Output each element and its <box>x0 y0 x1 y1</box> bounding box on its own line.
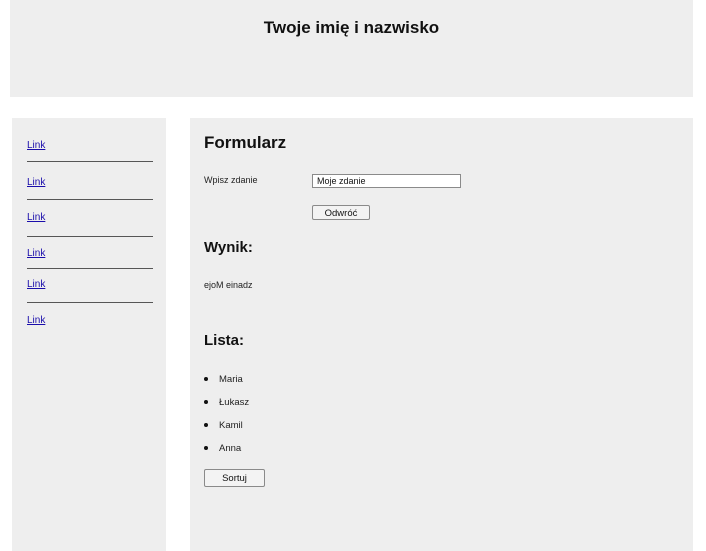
reverse-button[interactable]: Odwróć <box>312 205 370 220</box>
result-heading: Wynik: <box>204 239 253 256</box>
sidebar-link-5[interactable]: Link <box>27 279 45 290</box>
bullet-icon <box>204 400 208 404</box>
sidebar-link-6[interactable]: Link <box>27 315 45 326</box>
sentence-input[interactable] <box>312 174 461 188</box>
list-heading: Lista: <box>204 332 245 349</box>
sidebar-link-2[interactable]: Link <box>27 177 45 188</box>
sentence-input-label: Wpisz zdanie <box>204 175 258 185</box>
sort-button[interactable]: Sortuj <box>204 469 265 487</box>
main-content: Formularz Wpisz zdanie Odwróć Wynik: ejo… <box>190 118 693 551</box>
page-header: Twoje imię i nazwisko <box>10 0 693 97</box>
bullet-icon <box>204 377 208 381</box>
result-text: ejoM einadz <box>204 280 253 290</box>
sidebar-divider <box>27 199 153 200</box>
sidebar-divider <box>27 302 153 303</box>
page-title: Twoje imię i nazwisko <box>263 18 440 37</box>
bullet-icon <box>204 423 208 427</box>
sidebar-link-4[interactable]: Link <box>27 248 45 259</box>
sidebar-divider <box>27 161 153 162</box>
bullet-icon <box>204 446 208 450</box>
sidebar-link-1[interactable]: Link <box>27 140 45 151</box>
form-heading: Formularz <box>204 133 287 152</box>
sidebar-link-3[interactable]: Link <box>27 212 45 223</box>
sidebar: Link Link Link Link Link Link <box>12 118 166 551</box>
sidebar-divider <box>27 236 153 237</box>
sidebar-divider <box>27 268 153 269</box>
